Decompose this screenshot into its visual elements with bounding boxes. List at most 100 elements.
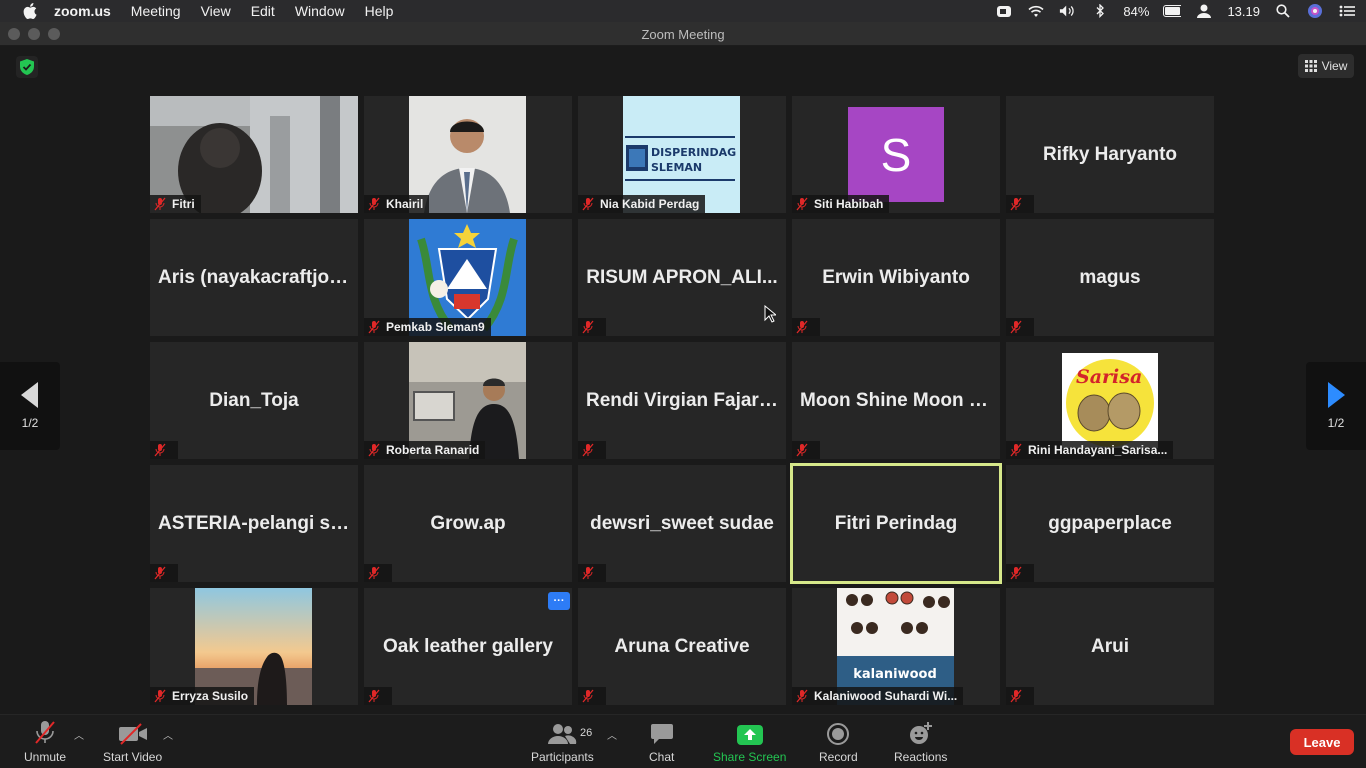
video-off-icon bbox=[118, 723, 147, 745]
participant-tile[interactable]: Oak leather gallery ··· bbox=[364, 588, 572, 705]
participant-display-name: Dian_Toja bbox=[209, 389, 299, 411]
participant-display-name: Grow.ap bbox=[430, 512, 506, 534]
volume-icon[interactable] bbox=[1059, 4, 1077, 18]
avatar: S bbox=[848, 107, 944, 202]
participant-name-label: Siti Habibah bbox=[792, 195, 890, 213]
muted-mic-icon bbox=[1010, 689, 1022, 703]
participant-display-name: magus bbox=[1079, 266, 1141, 288]
muted-mic-icon bbox=[582, 320, 594, 334]
siri-icon[interactable] bbox=[1306, 4, 1324, 18]
participant-tile[interactable]: Dian_Toja bbox=[150, 342, 358, 459]
bluetooth-icon[interactable] bbox=[1091, 4, 1109, 18]
wifi-icon[interactable] bbox=[1027, 4, 1045, 18]
participant-mic-status bbox=[150, 441, 178, 459]
participant-tile[interactable]: Grow.ap bbox=[364, 465, 572, 582]
participant-display-name: RISUM APRON_ALI... bbox=[586, 266, 778, 288]
chat-button[interactable]: Chat bbox=[649, 721, 674, 764]
reactions-button[interactable]: Reactions bbox=[894, 721, 947, 764]
participant-tile[interactable]: Khairil bbox=[364, 96, 572, 213]
participant-tile[interactable]: S Siti Habibah bbox=[792, 96, 1000, 213]
participant-mic-status bbox=[364, 687, 392, 705]
disperindag-text-1: DISPERINDAG bbox=[651, 146, 736, 159]
participant-name-label: Nia Kabid Perdag bbox=[578, 195, 706, 213]
muted-mic-icon bbox=[368, 197, 380, 211]
participant-tile[interactable]: ASTERIA-pelangi se... bbox=[150, 465, 358, 582]
menu-help[interactable]: Help bbox=[365, 3, 394, 19]
muted-mic-icon bbox=[154, 197, 166, 211]
muted-mic-icon bbox=[796, 443, 808, 457]
page-indicator-right: 1/2 bbox=[1327, 416, 1345, 430]
participant-name: Siti Habibah bbox=[814, 197, 884, 211]
participant-display-name: Aris (nayakacraftjog... bbox=[158, 266, 350, 288]
participant-name-label: Fitri bbox=[150, 195, 201, 213]
record-button[interactable]: Record bbox=[819, 721, 858, 764]
participant-name: Roberta Ranarid bbox=[386, 443, 480, 457]
menu-window[interactable]: Window bbox=[295, 3, 345, 19]
leave-meeting-button[interactable]: Leave bbox=[1290, 729, 1354, 755]
muted-mic-icon bbox=[1010, 320, 1022, 334]
participant-tile[interactable]: Aruna Creative bbox=[578, 588, 786, 705]
participant-name: Erryza Susilo bbox=[172, 689, 249, 703]
menu-view[interactable]: View bbox=[201, 3, 231, 19]
participants-icon bbox=[548, 724, 577, 744]
participant-display-name: Arui bbox=[1091, 635, 1129, 657]
participant-tile[interactable]: Roberta Ranarid bbox=[364, 342, 572, 459]
battery-icon[interactable] bbox=[1163, 4, 1182, 18]
participant-tile[interactable]: DISPERINDAG SLEMAN Nia Kabid Perdag bbox=[578, 96, 786, 213]
participant-tile[interactable]: Pemkab Sleman9 bbox=[364, 219, 572, 336]
participant-tile[interactable]: Aris (nayakacraftjog... bbox=[150, 219, 358, 336]
participant-tile[interactable]: kalaniwood Kalaniwood Suhardi Wi... bbox=[792, 588, 1000, 705]
security-shield-icon[interactable] bbox=[16, 56, 38, 78]
chat-label: Chat bbox=[649, 750, 675, 764]
participant-tile[interactable]: Erwin Wibiyanto bbox=[792, 219, 1000, 336]
participant-mic-status bbox=[150, 564, 178, 582]
participant-tile[interactable]: RISUM APRON_ALI... bbox=[578, 219, 786, 336]
page-indicator-left: 1/2 bbox=[21, 416, 39, 430]
menu-app-name[interactable]: zoom.us bbox=[54, 3, 111, 19]
participant-tile[interactable]: ggpaperplace bbox=[1006, 465, 1214, 582]
window-titlebar: Zoom Meeting bbox=[0, 22, 1366, 46]
unmute-button[interactable]: Unmute bbox=[24, 721, 66, 764]
participants-options-caret-icon[interactable]: ︿ bbox=[607, 727, 617, 742]
video-options-caret-icon[interactable]: ︿ bbox=[163, 727, 173, 742]
participant-tile[interactable]: Rifky Haryanto bbox=[1006, 96, 1214, 213]
window-title: Zoom Meeting bbox=[641, 27, 725, 42]
meeting-stage: View 1/2 1/2 Fitri Khairil DISPERINDAG S… bbox=[0, 46, 1366, 714]
muted-mic-icon bbox=[582, 689, 594, 703]
participant-tile[interactable]: Arui bbox=[1006, 588, 1214, 705]
notification-center-icon[interactable] bbox=[1338, 4, 1356, 18]
participant-tile[interactable]: Erryza Susilo bbox=[150, 588, 358, 705]
active-speaker-tile[interactable]: Fitri Perindag bbox=[790, 463, 1002, 584]
participant-tile[interactable]: dewsri_sweet sudae bbox=[578, 465, 786, 582]
participant-tile[interactable]: Rendi Virgian Fajary... bbox=[578, 342, 786, 459]
apple-icon[interactable] bbox=[20, 3, 40, 19]
next-page-button[interactable]: 1/2 bbox=[1306, 362, 1366, 450]
clock-time[interactable]: 13.19 bbox=[1227, 4, 1260, 19]
previous-page-button[interactable]: 1/2 bbox=[0, 362, 60, 450]
muted-mic-icon bbox=[582, 566, 594, 580]
participant-name: Fitri bbox=[172, 197, 195, 211]
menu-edit[interactable]: Edit bbox=[251, 3, 275, 19]
participant-tile[interactable]: Fitri bbox=[150, 96, 358, 213]
participants-label: Participants bbox=[531, 750, 594, 764]
spotlight-search-icon[interactable] bbox=[1274, 4, 1292, 18]
menu-meeting[interactable]: Meeting bbox=[131, 3, 181, 19]
macos-menubar: zoom.us Meeting View Edit Window Help 84… bbox=[0, 0, 1366, 22]
more-options-button[interactable]: ··· bbox=[548, 592, 570, 610]
muted-mic-icon bbox=[154, 443, 166, 457]
participant-tile[interactable]: Sarisa Rini Handayani_Sarisa... bbox=[1006, 342, 1214, 459]
start-video-label: Start Video bbox=[103, 750, 163, 764]
participant-tile[interactable]: magus bbox=[1006, 219, 1214, 336]
audio-options-caret-icon[interactable]: ︿ bbox=[74, 727, 84, 742]
start-video-button[interactable]: Start Video bbox=[103, 721, 162, 764]
participant-mic-status bbox=[578, 564, 606, 582]
user-account-icon[interactable] bbox=[1195, 4, 1213, 18]
participant-mic-status bbox=[1006, 687, 1034, 705]
participant-name-label: Erryza Susilo bbox=[150, 687, 255, 705]
zoom-status-icon[interactable] bbox=[995, 4, 1013, 18]
muted-mic-icon bbox=[796, 689, 808, 703]
participant-name: Rini Handayani_Sarisa... bbox=[1028, 443, 1168, 457]
share-screen-button[interactable]: Share Screen bbox=[713, 721, 786, 764]
participant-tile[interactable]: Moon Shine Moon S... bbox=[792, 342, 1000, 459]
view-button[interactable]: View bbox=[1298, 54, 1354, 78]
